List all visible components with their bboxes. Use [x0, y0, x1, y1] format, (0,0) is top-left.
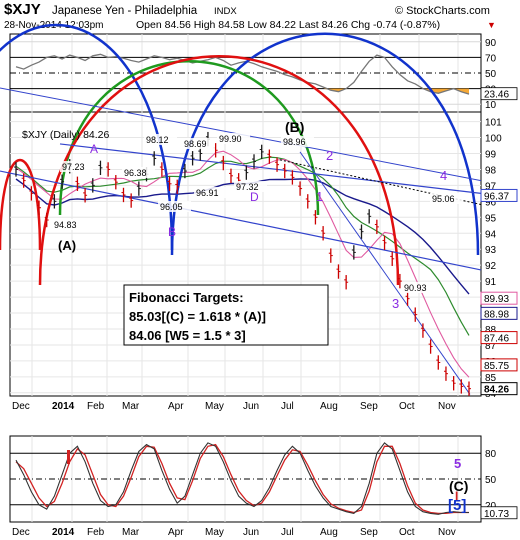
- pivot-label: 94.83: [54, 220, 77, 230]
- stoch-marker-left: [67, 450, 70, 464]
- ma-200-line: [15, 178, 470, 295]
- x-tick-label-price: 2014: [52, 401, 75, 412]
- wave-label: 4: [440, 168, 447, 183]
- wave-label: D: [250, 190, 259, 204]
- stoch-tick-label: 50: [485, 475, 497, 486]
- pivot-label: 96.05: [160, 202, 183, 212]
- rsi-tick-label: 90: [485, 38, 497, 49]
- x-tick-label-price: Jun: [243, 401, 259, 412]
- x-tick-label-stoch: Dec: [12, 527, 30, 538]
- symbol: $XJY: [4, 1, 41, 18]
- x-tick-label-price: Dec: [12, 401, 30, 412]
- chart-root: $XJY Japanese Yen - Philadelphia INDX © …: [0, 0, 520, 540]
- level-label: 87.46: [484, 334, 509, 345]
- x-tick-label-price: Nov: [438, 401, 456, 412]
- rsi-tick-label: 10: [485, 100, 497, 111]
- rsi-last-value: 23.46: [484, 90, 509, 101]
- pivot-label: 96.38: [124, 168, 147, 178]
- price-panel-frame: [9, 111, 482, 397]
- x-tick-label-stoch: May: [205, 527, 224, 538]
- rsi-oversold-fill: [16, 88, 469, 95]
- wave-label: A: [90, 142, 98, 156]
- rsi-tick-label: 50: [485, 69, 497, 80]
- pivot-label: 98.12: [146, 135, 169, 145]
- rsi-tick-label: 70: [485, 53, 497, 64]
- wave-label: 3: [392, 296, 399, 311]
- level-label: 96.37: [484, 191, 509, 202]
- x-tick-label-price: Sep: [360, 401, 378, 412]
- price-tick-label: 95: [485, 213, 497, 224]
- fibonacci-line-2: 84.06 [W5 = 1.5 * 3]: [129, 328, 246, 343]
- fibonacci-heading: Fibonacci Targets:: [129, 290, 244, 305]
- wave-label: 2: [326, 148, 333, 163]
- x-tick-label-stoch: 2014: [52, 527, 75, 538]
- level-label: 85.75: [484, 361, 509, 372]
- chart-header: $XJY Japanese Yen - Philadelphia INDX © …: [4, 1, 496, 31]
- wave-label: B: [168, 225, 176, 239]
- wave-label: (B): [285, 119, 304, 135]
- instrument-name: Japanese Yen - Philadelphia: [52, 5, 198, 17]
- x-tick-label-stoch: Nov: [438, 527, 456, 538]
- stoch-tick-label: 80: [485, 449, 497, 460]
- price-tick-label: 101: [485, 118, 502, 129]
- x-tick-label-price: Mar: [122, 401, 140, 412]
- panels: Dec Dec 2014 2014 Feb Feb Mar Mar Apr Apr May May Ju…: [0, 24, 518, 538]
- pivot-label: 96.91: [196, 188, 219, 198]
- pivot-label: 97.23: [62, 162, 85, 172]
- x-tick-label-price: Oct: [399, 401, 415, 412]
- fibonacci-line-1: 85.03[(C) = 1.618 * (A)]: [129, 309, 266, 324]
- price-tick-label: 92: [485, 261, 497, 272]
- cycle-arc-red-1: [0, 159, 42, 251]
- last-price-label: 84.26: [484, 385, 509, 396]
- stoch-wave-label: 5: [454, 456, 461, 471]
- price-tick-label: 100: [485, 134, 502, 145]
- source-credit: © StockCharts.com: [395, 5, 490, 17]
- x-tick-label-stoch: Jul: [281, 527, 294, 538]
- cycle-arc-blue-2: [170, 32, 480, 256]
- wave-label: 1: [316, 189, 323, 204]
- price-tick-label: 91: [485, 277, 497, 288]
- price-tick-label: 98: [485, 165, 497, 176]
- level-label: 88.98: [484, 309, 509, 320]
- x-tick-label-stoch: Apr: [168, 527, 184, 538]
- down-arrow-icon: ▼: [487, 20, 496, 30]
- x-tick-label-price: Feb: [87, 401, 105, 412]
- price-tick-label: 99: [485, 149, 497, 160]
- pivot-label: 99.90: [219, 134, 242, 144]
- level-label: 89.93: [484, 294, 509, 305]
- stoch-wave-label: I: [455, 489, 458, 503]
- x-tick-label-stoch: Jun: [243, 527, 259, 538]
- price-tick-label: 94: [485, 229, 497, 240]
- x-tick-label-price: Aug: [320, 401, 338, 412]
- pivot-label: 90.93: [404, 283, 427, 293]
- x-tick-label-price: May: [205, 401, 224, 412]
- x-tick-label-stoch: Aug: [320, 527, 338, 538]
- x-tick-label-price: Jul: [281, 401, 294, 412]
- stock-chart: $XJY Japanese Yen - Philadelphia INDX © …: [0, 1, 518, 538]
- pivot-label: 98.69: [184, 139, 207, 149]
- price-tick-label: 93: [485, 245, 497, 256]
- x-tick-label-stoch: Feb: [87, 527, 105, 538]
- pivot-label: 95.06: [432, 194, 455, 204]
- exchange: INDX: [214, 6, 237, 17]
- wave-label: (A): [58, 238, 76, 253]
- quote-ohlc: Open 84.56 High 84.58 Low 84.22 Last 84.…: [136, 19, 440, 31]
- x-tick-label-price: Apr: [168, 401, 184, 412]
- stoch-wave-label: (C): [449, 478, 468, 494]
- x-tick-label-stoch: Sep: [360, 527, 378, 538]
- pivot-label: 98.96: [283, 137, 306, 147]
- x-tick-label-stoch: Mar: [122, 527, 140, 538]
- x-tick-label-stoch: Oct: [399, 527, 415, 538]
- price-panel-title: $XJY (Daily) 84.26: [22, 129, 110, 141]
- stoch-last-value: 10.73: [484, 509, 509, 520]
